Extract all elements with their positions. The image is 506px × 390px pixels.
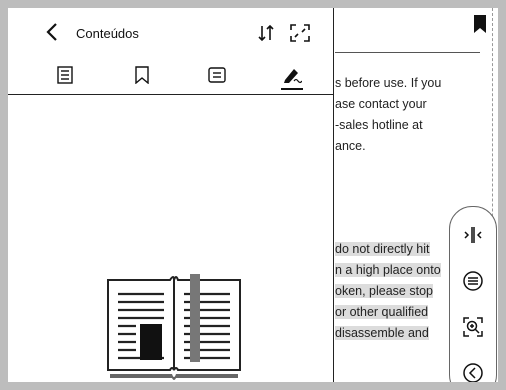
text-line: ase contact your [335,97,427,111]
menu-button[interactable] [461,269,485,293]
toc-tabs [8,58,333,95]
split-view-icon [462,225,484,245]
toc-title: Conteúdos [76,26,139,41]
highlight: or other qualified [335,305,429,319]
zoom-button[interactable] [461,315,485,339]
highlight: do not directly hit [335,242,430,256]
text-line: -sales hotline at [335,118,423,132]
text-line: s before use. If you [335,76,442,90]
toc-header: Conteúdos [8,8,333,60]
text-line: ance. [335,139,366,153]
bookmark-icon[interactable] [473,14,487,34]
header-rule [335,52,480,53]
highlight: n a high place onto [335,263,441,277]
text-line: n a high place onto [335,260,453,281]
paragraph: s before use. If you ase contact your -s… [335,73,453,157]
highlight: disassemble and [335,326,429,340]
back-icon[interactable] [44,21,62,43]
tab-contents[interactable] [50,62,80,88]
tab-notes[interactable] [202,62,232,88]
screen: Conteúdos s before use. If you ase conta… [8,8,498,382]
back-button[interactable] [461,361,485,382]
split-view-button[interactable] [461,223,485,247]
floating-toolbar [449,206,497,382]
highlight: oken, please stop [335,284,433,298]
annotation-pen-icon [282,66,302,84]
highlighted-paragraph: do not directly hit n a high place onto … [335,239,453,344]
text-line: oken, please stop [335,281,453,302]
text-line: disassemble and [335,323,453,344]
zoom-icon [462,316,484,338]
sort-icon[interactable] [254,22,278,44]
notes-icon [208,67,226,83]
list-icon [57,66,73,84]
toc-panel: Conteúdos [8,8,334,382]
back-circle-icon [462,362,484,382]
bookmark-outline-icon [135,66,149,84]
text-line: or other qualified [335,302,453,323]
book-icon [106,272,242,382]
menu-icon [462,270,484,292]
text-line: do not directly hit [335,239,453,260]
tab-bookmarks[interactable] [127,62,157,88]
active-tab-indicator [281,88,303,90]
tab-annotations[interactable] [277,62,307,88]
expand-icon[interactable] [288,22,312,44]
